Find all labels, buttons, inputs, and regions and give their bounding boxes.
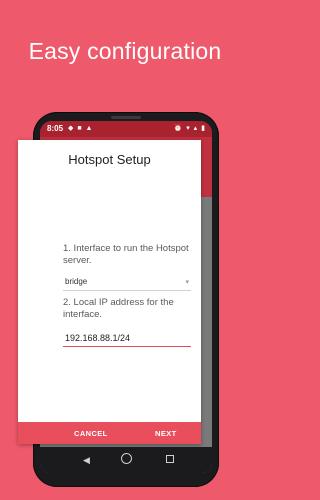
dialog-title: Hotspot Setup: [68, 152, 151, 167]
phone-speaker: [111, 116, 141, 119]
home-icon[interactable]: [121, 453, 132, 464]
system-status-icons: ⏰ ▾ ▴ ▮: [173, 125, 206, 132]
cancel-button[interactable]: CANCEL: [74, 429, 108, 438]
dropdown-arrow-icon: ▾: [185, 279, 189, 286]
interface-label: 1. Interface to run the Hotspot server.: [63, 243, 189, 266]
recent-apps-icon[interactable]: [166, 455, 174, 463]
status-time: 8:05: [47, 124, 64, 133]
interface-select[interactable]: bridge ▾: [63, 275, 191, 291]
ip-address-label: 2. Local IP address for the interface.: [63, 297, 174, 320]
interface-selected-value: bridge: [65, 277, 88, 286]
notification-icons: ◆ ■ ▲: [68, 125, 94, 132]
hotspot-setup-dialog: Hotspot Setup 1. Interface to run the Ho…: [18, 140, 201, 444]
back-icon[interactable]: ◀: [83, 455, 90, 466]
next-button[interactable]: NEXT: [155, 429, 177, 438]
status-bar: 8:05 ◆ ■ ▲ ⏰ ▾ ▴ ▮: [40, 121, 212, 137]
ip-address-value: 192.168.88.1/24: [65, 333, 131, 343]
ip-address-input[interactable]: 192.168.88.1/24: [63, 331, 191, 347]
promo-headline: Easy configuration: [28, 38, 222, 64]
navigation-bar: ◀: [40, 447, 212, 473]
dialog-button-bar: CANCEL NEXT: [18, 422, 201, 444]
